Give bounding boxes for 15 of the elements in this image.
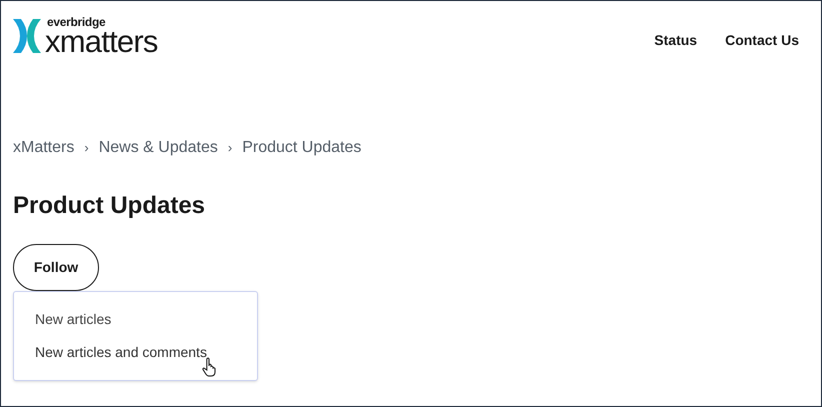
breadcrumb-separator: ›	[228, 139, 232, 158]
brand-name: xmatters	[45, 28, 158, 56]
menu-item[interactable]: New articles	[35, 311, 112, 327]
breadcrumb-link[interactable]: xMatters	[13, 136, 74, 160]
breadcrumb-link[interactable]: Product Updates	[242, 136, 362, 160]
breadcrumb-link[interactable]: News & Updates	[98, 136, 218, 160]
menu-item[interactable]: New articles and comments	[35, 344, 207, 360]
follow-button[interactable]: Follow	[13, 244, 99, 291]
brand-tagline: everbridge	[47, 16, 106, 28]
nav-link[interactable]: Contact Us	[725, 30, 799, 51]
nav-link[interactable]: Status	[654, 30, 698, 51]
breadcrumb-separator: ›	[84, 139, 89, 158]
hand-cursor-icon	[202, 357, 218, 377]
logo-icon	[13, 19, 41, 53]
page-title: Product Updates	[12, 191, 206, 221]
